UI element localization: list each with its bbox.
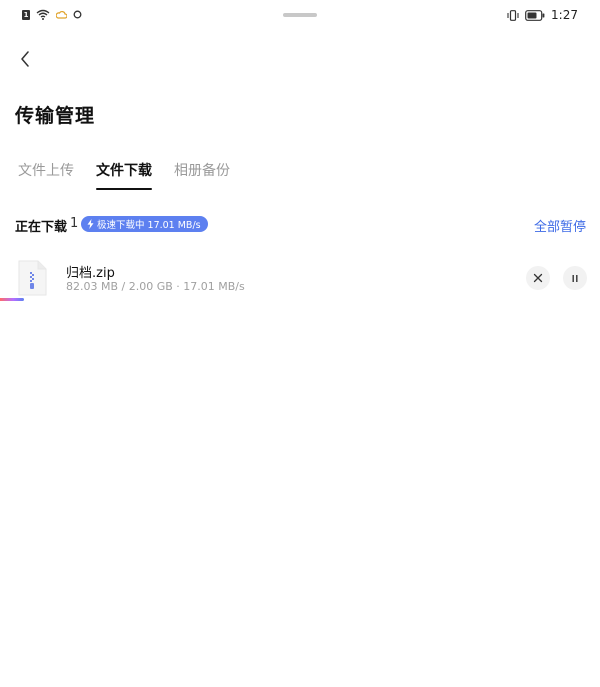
chevron-left-icon xyxy=(21,51,29,67)
tab-album-backup[interactable]: 相册备份 xyxy=(174,160,230,188)
vibrate-icon xyxy=(507,9,519,21)
section-title: 正在下载 xyxy=(15,220,68,235)
cloud-sync-icon xyxy=(56,10,67,19)
download-progress-fill xyxy=(0,298,24,301)
pause-icon xyxy=(572,274,578,282)
tab-bar: 文件上传 文件下载 相册备份 xyxy=(18,160,230,190)
downloading-section-header: 正在下载 1 极速下载中 17.01 MB/s 全部暂停 xyxy=(15,214,586,236)
download-count: 1 xyxy=(70,216,79,231)
pause-all-button[interactable]: 全部暂停 xyxy=(534,216,586,235)
status-bar-right: 1:27 xyxy=(507,8,578,22)
page-title: 传输管理 xyxy=(15,105,96,127)
download-progress-bar xyxy=(0,298,600,301)
pause-download-button[interactable] xyxy=(563,266,587,290)
speed-badge: 极速下载中 17.01 MB/s xyxy=(81,216,208,232)
wifi-icon xyxy=(36,9,50,20)
status-time: 1:27 xyxy=(551,8,578,22)
cancel-download-button[interactable] xyxy=(526,266,550,290)
top-handle xyxy=(283,13,317,17)
speed-badge-label: 极速下载中 17.01 MB/s xyxy=(97,220,201,231)
close-icon xyxy=(533,273,543,283)
back-button[interactable] xyxy=(14,48,36,70)
lightning-icon xyxy=(87,219,94,229)
transfer-manager-screen: 1 1:27 传输管理 文件上传 文件下载 相册备份 正在下载 1 极速下载中 … xyxy=(0,0,600,687)
circle-status-icon xyxy=(73,10,82,19)
download-item[interactable]: 归档.zip 82.03 MB / 2.00 GB · 17.01 MB/s xyxy=(0,255,600,305)
status-bar: 1 1:27 xyxy=(0,0,600,32)
tab-file-upload[interactable]: 文件上传 xyxy=(18,160,74,188)
sim-card-icon: 1 xyxy=(22,9,30,20)
battery-icon xyxy=(525,9,545,21)
file-progress-meta: 82.03 MB / 2.00 GB · 17.01 MB/s xyxy=(66,280,245,293)
status-bar-left: 1 xyxy=(22,9,82,20)
file-name: 归档.zip xyxy=(66,266,115,281)
tab-file-download[interactable]: 文件下载 xyxy=(96,160,152,190)
zip-file-icon xyxy=(18,260,47,296)
